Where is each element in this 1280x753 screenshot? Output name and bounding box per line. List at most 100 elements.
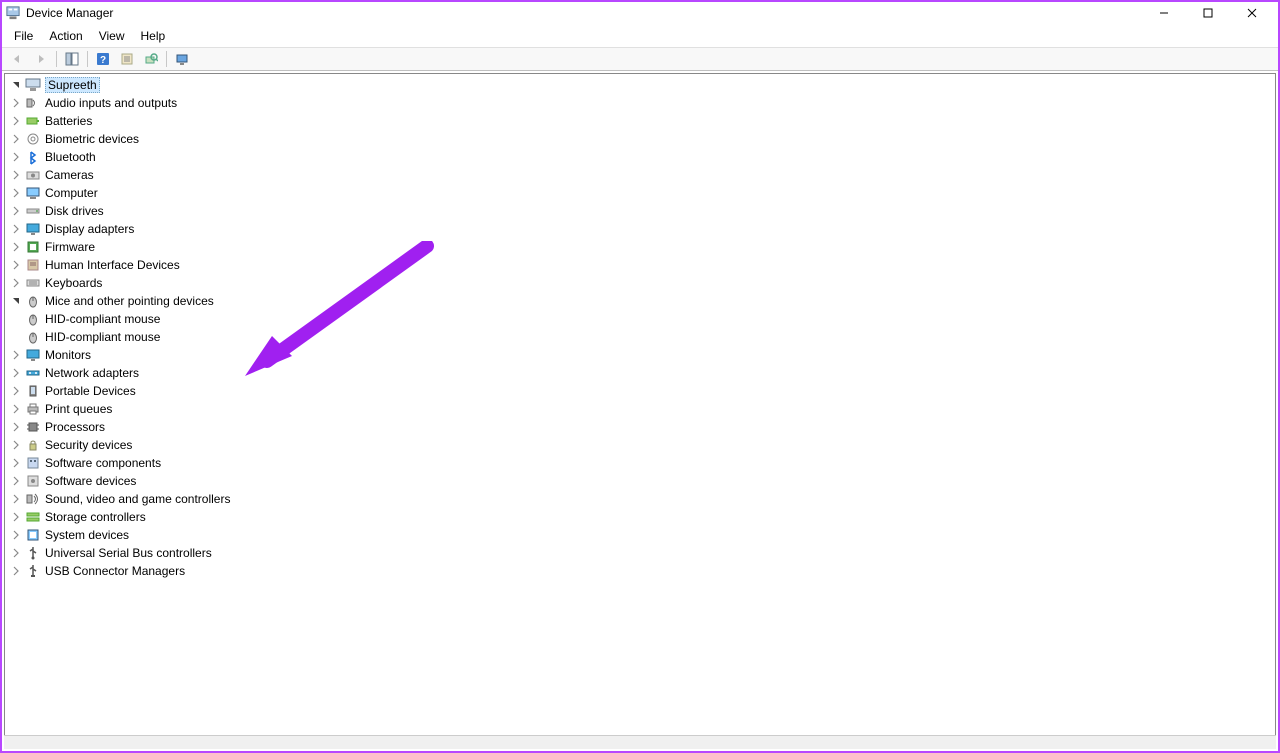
show-hide-tree-button[interactable] [61, 49, 83, 69]
nav-back-button [6, 49, 28, 69]
chevron-right-icon[interactable] [9, 474, 23, 488]
tree-item-firmware[interactable]: Firmware [5, 238, 1275, 256]
biometric-icon [25, 131, 41, 147]
tree-item-security[interactable]: Security devices [5, 436, 1275, 454]
chevron-right-icon[interactable] [9, 222, 23, 236]
chevron-right-icon[interactable] [9, 384, 23, 398]
tree-item-usb[interactable]: Universal Serial Bus controllers [5, 544, 1275, 562]
tree-item-audio[interactable]: Audio inputs and outputs [5, 94, 1275, 112]
chevron-down-icon[interactable] [9, 78, 23, 92]
tree-item-label: Network adapters [45, 366, 139, 380]
devices-button[interactable] [171, 49, 193, 69]
tree-item-disk[interactable]: Disk drives [5, 202, 1275, 220]
menu-view[interactable]: View [91, 27, 133, 45]
mouse-icon [25, 311, 41, 327]
tree-item-mouse[interactable]: Mice and other pointing devices [5, 292, 1275, 310]
app-icon [6, 6, 20, 20]
tree-item-bluetooth[interactable]: Bluetooth [5, 148, 1275, 166]
tree-child-mouse[interactable]: HID-compliant mouse [5, 310, 1275, 328]
chevron-right-icon[interactable] [9, 258, 23, 272]
tree-item-processor[interactable]: Processors [5, 418, 1275, 436]
chevron-right-icon[interactable] [9, 366, 23, 380]
chevron-right-icon[interactable] [9, 240, 23, 254]
chevron-right-icon[interactable] [9, 438, 23, 452]
window-title: Device Manager [26, 6, 113, 20]
chevron-right-icon[interactable] [9, 510, 23, 524]
properties-button[interactable] [116, 49, 138, 69]
chevron-right-icon[interactable] [9, 528, 23, 542]
chevron-right-icon[interactable] [9, 546, 23, 560]
tree-item-battery[interactable]: Batteries [5, 112, 1275, 130]
mouse-icon [25, 329, 41, 345]
chevron-right-icon[interactable] [9, 168, 23, 182]
printer-icon [25, 401, 41, 417]
chevron-right-icon[interactable] [9, 348, 23, 362]
system-icon [25, 527, 41, 543]
chevron-right-icon[interactable] [9, 276, 23, 290]
tree-item-label: System devices [45, 528, 129, 542]
tree-item-hid[interactable]: Human Interface Devices [5, 256, 1275, 274]
chevron-right-icon[interactable] [9, 456, 23, 470]
bluetooth-icon [25, 149, 41, 165]
maximize-button[interactable] [1186, 2, 1230, 24]
menu-help[interactable]: Help [133, 27, 174, 45]
tree-item-network[interactable]: Network adapters [5, 364, 1275, 382]
keyboard-icon [25, 275, 41, 291]
minimize-button[interactable] [1142, 2, 1186, 24]
tree-item-label: USB Connector Managers [45, 564, 185, 578]
tree-item-label: Software devices [45, 474, 136, 488]
tree-item-usbconn[interactable]: USB Connector Managers [5, 562, 1275, 580]
tree-item-display[interactable]: Display adapters [5, 220, 1275, 238]
disk-icon [25, 203, 41, 219]
monitor-icon [25, 347, 41, 363]
security-icon [25, 437, 41, 453]
tree-item-label: Audio inputs and outputs [45, 96, 177, 110]
tree-item-label: Sound, video and game controllers [45, 492, 230, 506]
tree-item-label: Firmware [45, 240, 95, 254]
help-button[interactable]: ? [92, 49, 114, 69]
chevron-right-icon[interactable] [9, 402, 23, 416]
chevron-right-icon[interactable] [9, 492, 23, 506]
usb-icon [25, 545, 41, 561]
chevron-right-icon[interactable] [9, 96, 23, 110]
tree-item-camera[interactable]: Cameras [5, 166, 1275, 184]
chevron-down-icon[interactable] [9, 294, 23, 308]
chevron-right-icon[interactable] [9, 420, 23, 434]
chevron-right-icon[interactable] [9, 204, 23, 218]
chevron-right-icon[interactable] [9, 114, 23, 128]
menu-file[interactable]: File [6, 27, 41, 45]
tree-item-monitor[interactable]: Monitors [5, 346, 1275, 364]
tree-item-softwaredev[interactable]: Software devices [5, 472, 1275, 490]
tree-item-portable[interactable]: Portable Devices [5, 382, 1275, 400]
svg-text:?: ? [100, 55, 106, 66]
tree-root[interactable]: Supreeth [5, 76, 1275, 94]
tree-item-label: Human Interface Devices [45, 258, 180, 272]
tree-item-system[interactable]: System devices [5, 526, 1275, 544]
tree-item-keyboard[interactable]: Keyboards [5, 274, 1275, 292]
tree-item-label: Display adapters [45, 222, 134, 236]
portable-icon [25, 383, 41, 399]
tree-item-software[interactable]: Software components [5, 454, 1275, 472]
chevron-right-icon[interactable] [9, 132, 23, 146]
tree-item-sound[interactable]: Sound, video and game controllers [5, 490, 1275, 508]
tree-child-mouse[interactable]: HID-compliant mouse [5, 328, 1275, 346]
tree-item-computer[interactable]: Computer [5, 184, 1275, 202]
chevron-right-icon[interactable] [9, 186, 23, 200]
tree-item-biometric[interactable]: Biometric devices [5, 130, 1275, 148]
tree-item-storage[interactable]: Storage controllers [5, 508, 1275, 526]
tree-item-label: Mice and other pointing devices [45, 294, 214, 308]
tree-item-label: Processors [45, 420, 105, 434]
tree-item-printer[interactable]: Print queues [5, 400, 1275, 418]
softwaredev-icon [25, 473, 41, 489]
close-button[interactable] [1230, 2, 1274, 24]
display-icon [25, 221, 41, 237]
camera-icon [25, 167, 41, 183]
chevron-right-icon[interactable] [9, 150, 23, 164]
chevron-right-icon[interactable] [9, 564, 23, 578]
sound-icon [25, 491, 41, 507]
hid-icon [25, 257, 41, 273]
tree-item-label: Batteries [45, 114, 92, 128]
menu-action[interactable]: Action [41, 27, 90, 45]
scan-hardware-button[interactable] [140, 49, 162, 69]
tree-child-label: HID-compliant mouse [45, 330, 160, 344]
